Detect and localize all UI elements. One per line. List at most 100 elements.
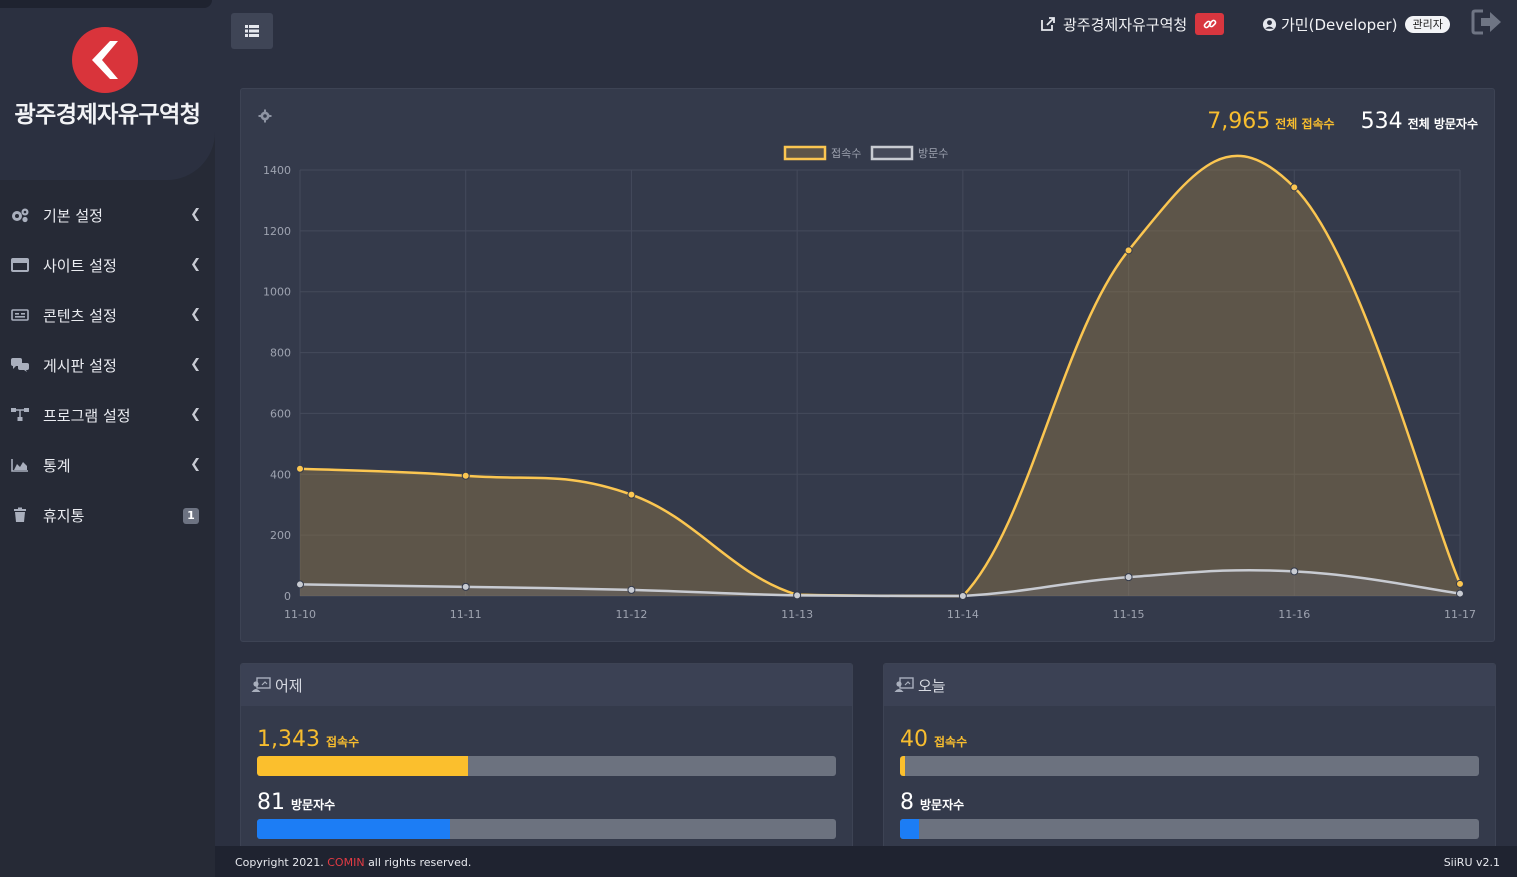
data-point [958,592,967,600]
role-badge: 관리자 [1405,15,1450,33]
progress-fill [257,756,469,776]
legend-label: 접속수 [831,147,861,160]
statistics-chart-panel: 7,965 전체 접속수 534 전체 방문자수 0 200 400 600 800 10… [240,88,1495,642]
data-point [627,585,636,594]
yesterday-access-stat: 1,343 접속수 [257,727,359,752]
legend-label: 방문수 [918,147,948,160]
chevron-left-icon: ❮ [190,207,201,222]
footer: Copyright 2021. COMIN all rights reserve… [215,846,1517,877]
today-card: 오늘 40 접속수 8 방문자수 [883,663,1496,853]
site-link[interactable]: 광주경제자유구역청 [1040,13,1225,35]
y-tick-label: 1000 [263,286,291,299]
visits-area-chart: 0 200 400 600 800 1000 1200 1400 11-10 11-11 11-12… [263,145,1476,621]
sidebar-toggle-button[interactable] [231,13,273,49]
data-point [461,582,470,591]
progress-fill [900,819,919,839]
sidebar-item-site-settings[interactable]: 사이트 설정 ❮ [0,240,215,290]
legend-swatch [870,145,914,161]
sidebar-item-board-settings[interactable]: 게시판 설정 ❮ [0,340,215,390]
copyright-prefix: Copyright 2021. [235,856,324,869]
sidebar-top-strip [0,0,212,8]
yesterday-card: 어제 1,343 접속수 81 방문자수 [240,663,853,853]
x-tick-label: 11-17 [1444,608,1476,621]
data-point [1124,246,1133,255]
series-area [300,155,1460,596]
data-point [627,490,636,499]
data-point [1290,183,1299,192]
org-logo[interactable] [72,27,138,93]
site-url-button[interactable] [1195,13,1225,35]
sidebar-item-program-settings[interactable]: 프로그램 설정 ❮ [0,390,215,440]
chevron-left-icon: ❮ [190,257,201,272]
area-chart-icon [10,455,30,475]
data-point [1456,579,1464,588]
card-header: 어제 [241,664,852,706]
data-point [296,580,304,589]
sidebar-item-label: 게시판 설정 [43,356,117,375]
trash-count-badge: 1 [183,508,199,524]
chevron-left-icon: ❮ [190,307,201,322]
logout-button[interactable] [1471,9,1503,35]
trash-icon [10,505,30,525]
sidebar: 광주경제자유구역청 기본 설정 ❮ 사이트 설정 ❮ 콘텐츠 설정 ❮ 게시판 … [0,0,215,877]
y-tick-label: 0 [284,590,291,603]
today-access-value: 40 [900,727,928,752]
external-link-icon [1041,17,1055,31]
sidebar-item-statistics[interactable]: 통계 ❮ [0,440,215,490]
x-tick-label: 11-14 [947,608,979,621]
sidebar-item-label: 휴지통 [43,506,85,525]
data-point [1456,589,1464,598]
x-tick-label: 11-15 [1113,608,1145,621]
sidebar-menu: 기본 설정 ❮ 사이트 설정 ❮ 콘텐츠 설정 ❮ 게시판 설정 ❮ 프로그램 … [0,190,215,540]
yesterday-access-value: 1,343 [257,727,320,752]
card-title: 어제 [275,676,303,695]
y-tick-label: 1400 [263,164,291,177]
today-visitor-value: 8 [900,790,914,815]
x-tick-label: 11-10 [284,608,316,621]
site-name: 광주경제자유구역청 [1063,15,1188,34]
y-tick-label: 600 [270,407,291,420]
version-label: SiiRU v2.1 [1443,856,1500,869]
card-header: 오늘 [884,664,1495,706]
x-tick-label: 11-12 [615,608,647,621]
cogs-icon [10,205,30,225]
sitemap-icon [10,405,30,425]
x-tick-label: 11-13 [781,608,813,621]
sidebar-item-content-settings[interactable]: 콘텐츠 설정 ❮ [0,290,215,340]
sidebar-item-label: 통계 [43,456,71,475]
card-title: 오늘 [918,676,946,695]
link-icon [1203,19,1217,29]
data-point [793,591,802,600]
data-point [1290,567,1299,576]
sidebar-item-label: 기본 설정 [43,206,103,225]
chevron-left-icon: ❮ [190,457,201,472]
y-tick-label: 200 [270,529,291,542]
sidebar-item-basic-settings[interactable]: 기본 설정 ❮ [0,190,215,240]
yesterday-visitor-value: 81 [257,790,285,815]
legend-swatch [783,145,827,161]
today-access-progress [900,756,1479,776]
y-tick-label: 800 [270,347,291,360]
y-tick-label: 1200 [263,225,291,238]
user-info[interactable]: 가민(Developer) 관리자 [1262,13,1450,35]
yesterday-access-progress [257,756,836,776]
data-point [1124,573,1133,582]
today-visitor-progress [900,819,1479,839]
today-access-stat: 40 접속수 [900,727,967,752]
copyright: Copyright 2021. COMIN all rights reserve… [235,856,471,869]
copyright-suffix: all rights reserved. [368,856,472,869]
yesterday-visitor-label: 방문자수 [291,798,336,812]
sidebar-item-label: 사이트 설정 [43,256,117,275]
sidebar-item-label: 콘텐츠 설정 [43,306,117,325]
data-point [296,464,304,473]
sidebar-item-label: 프로그램 설정 [43,406,131,425]
x-tick-label: 11-11 [450,608,482,621]
y-tick-label: 400 [270,468,291,481]
sidebar-item-trash[interactable]: 휴지통 1 [0,490,215,540]
progress-fill [257,819,450,839]
chevron-left-icon: ❮ [190,407,201,422]
today-visitor-label: 방문자수 [920,798,965,812]
chevron-left-icon: ❮ [190,357,201,372]
brand-link[interactable]: COMIN [327,856,364,869]
yesterday-access-label: 접속수 [325,735,360,749]
